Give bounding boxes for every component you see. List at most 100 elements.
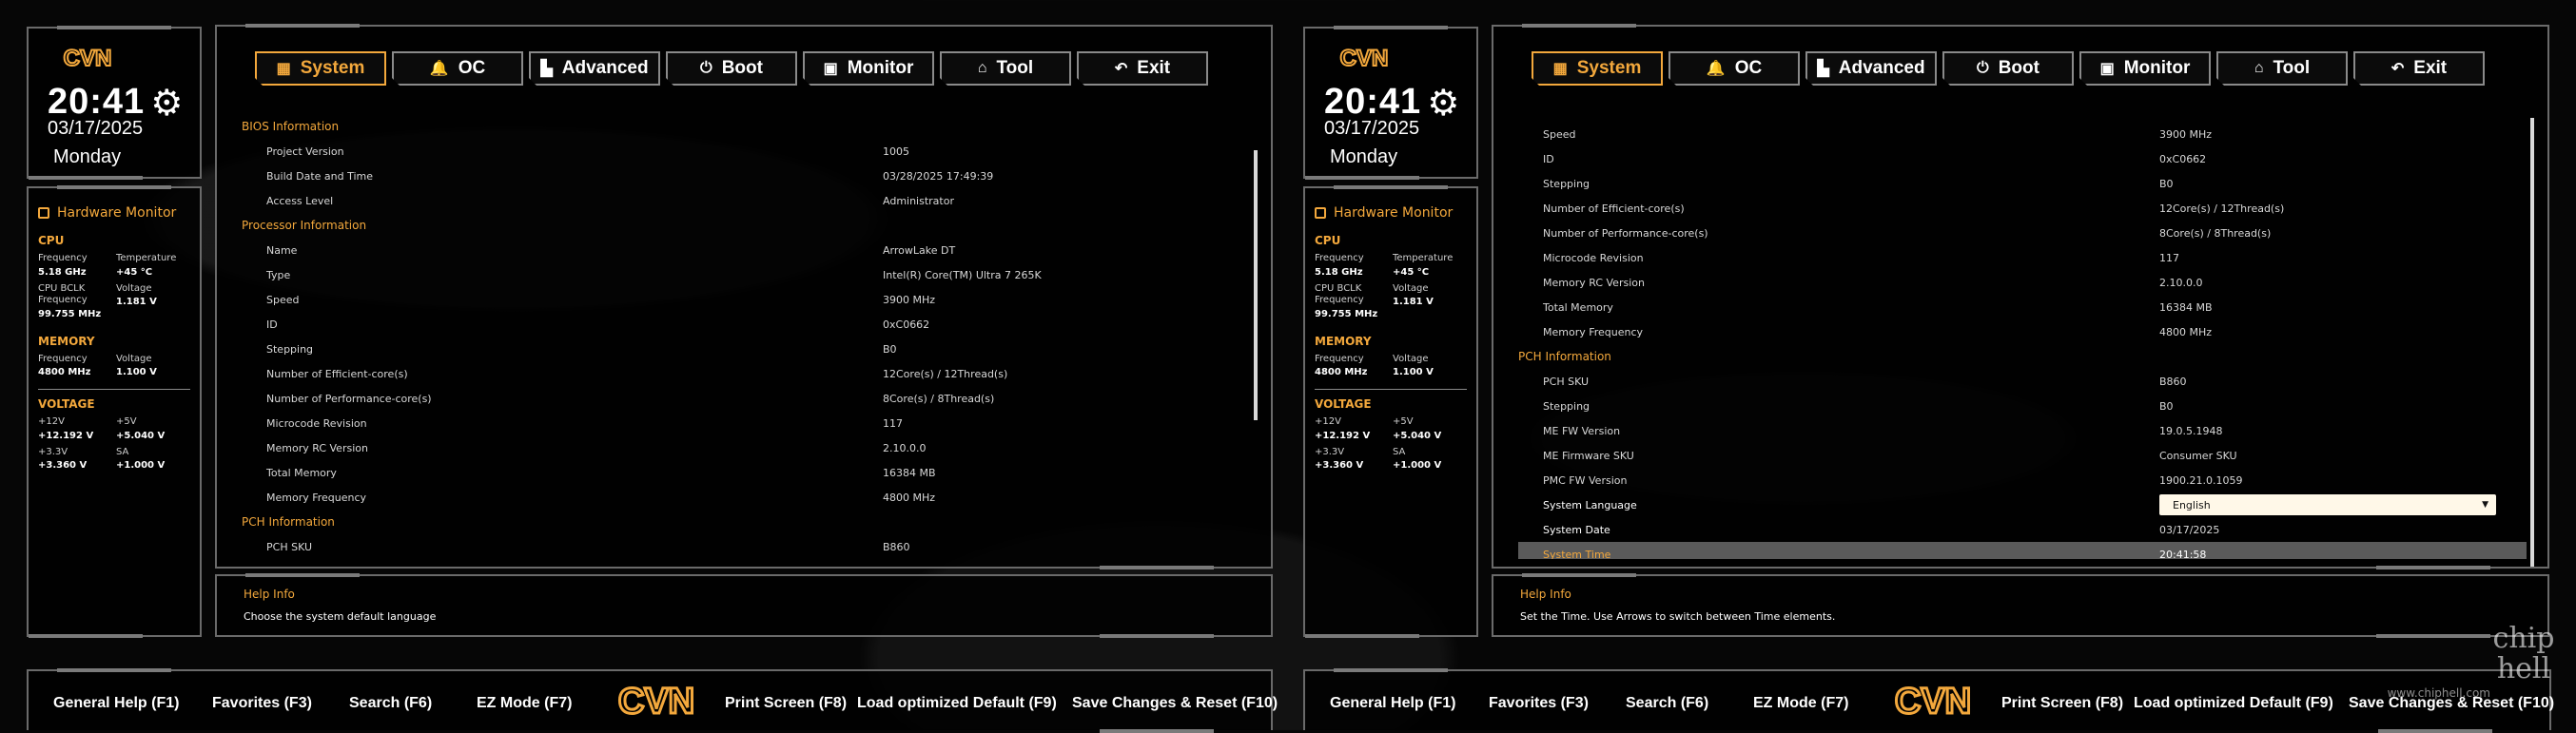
setting-row: Memory RC Version 2.10.0.0 xyxy=(1518,270,2527,295)
setting-value: B860 xyxy=(2159,375,2187,388)
search-button[interactable]: Search (F6) xyxy=(349,695,432,712)
tab-label: Advanced xyxy=(561,58,649,78)
tab-label: Monitor xyxy=(2123,58,2191,78)
bios-screen-left: CVN 20:41 ⚙ 03/17/2025 Monday Hardware M… xyxy=(0,0,1278,733)
general-help-button[interactable]: General Help (F1) xyxy=(53,695,179,712)
favorites-button[interactable]: Favorites (F3) xyxy=(1489,695,1589,712)
setting-value: 1900.21.0.1059 xyxy=(2159,473,2243,487)
print-screen-button[interactable]: Print Screen (F8) xyxy=(2001,695,2123,712)
setting-value: 0xC0662 xyxy=(2159,152,2207,165)
gear-icon[interactable]: ⚙ xyxy=(1427,85,1459,121)
setting-label: Number of Efficient-core(s) xyxy=(266,367,408,380)
load-default-button[interactable]: Load optimized Default (F9) xyxy=(2134,695,2333,712)
clock-panel: CVN 20:41 ⚙ 03/17/2025 Monday xyxy=(27,26,202,180)
memory-section-title: MEMORY xyxy=(1315,334,1372,348)
language-select[interactable]: English ▼ xyxy=(2159,494,2496,515)
scrollbar[interactable] xyxy=(1254,150,1258,420)
tab-boot[interactable]: ⏻ Boot xyxy=(666,51,797,86)
search-button[interactable]: Search (F6) xyxy=(1626,695,1708,712)
setting-row[interactable]: System Language English ▼ xyxy=(1518,492,2527,517)
clock-time: 20:41 xyxy=(1324,82,1422,122)
divider xyxy=(38,389,190,390)
setting-value: 4800 MHz xyxy=(2159,325,2213,338)
cpu-temp-value: +45 °C xyxy=(116,266,153,278)
cpu-freq-value: 5.18 GHz xyxy=(38,266,87,278)
print-screen-button[interactable]: Print Screen (F8) xyxy=(725,695,847,712)
tab-label: OC xyxy=(1734,58,1763,78)
setting-row: PCH SKU B860 xyxy=(242,534,1250,559)
tab-tool[interactable]: ⌂ Tool xyxy=(2216,51,2348,86)
setting-label: Type xyxy=(266,268,291,281)
cvn-logo: CVN xyxy=(616,681,695,723)
tab-exit[interactable]: ↶ Exit xyxy=(2353,51,2485,86)
help-panel: Help Info Set the Time. Use Arrows to sw… xyxy=(1492,573,2549,638)
load-default-button[interactable]: Load optimized Default (F9) xyxy=(857,695,1057,712)
tab-exit[interactable]: ↶ Exit xyxy=(1077,51,1208,86)
setting-label: Number of Performance-core(s) xyxy=(266,392,432,405)
power-icon: ⏻ xyxy=(700,60,712,76)
tab-tool[interactable]: ⌂ Tool xyxy=(940,51,1071,86)
v33-label: +3.3V xyxy=(38,446,68,457)
setting-label: System Date xyxy=(1543,523,1610,536)
tab-label: Monitor xyxy=(847,58,914,78)
setting-value[interactable]: 03/17/2025 xyxy=(2159,524,2219,536)
ez-mode-button[interactable]: EZ Mode (F7) xyxy=(1753,695,1848,712)
tab-monitor[interactable]: ▣ Monitor xyxy=(803,51,934,86)
setting-value[interactable]: 20:41:58 xyxy=(2159,549,2206,560)
mem-volt-label: Voltage xyxy=(116,353,152,364)
setting-row: Microcode Revision 117 xyxy=(1518,245,2527,270)
setting-row[interactable]: System Date 03/17/2025 xyxy=(1518,517,2527,542)
setting-label: Stepping xyxy=(1543,177,1590,190)
setting-row: PMC FW Version 1900.21.0.1059 xyxy=(1518,468,2527,492)
setting-value: B0 xyxy=(2159,177,2174,190)
tab-advanced[interactable]: ▙ Advanced xyxy=(1805,51,1937,86)
favorites-button[interactable]: Favorites (F3) xyxy=(212,695,312,712)
tab-system[interactable]: ▦ System xyxy=(255,51,386,86)
mem-volt-value: 1.100 V xyxy=(1393,367,1434,377)
tab-monitor[interactable]: ▣ Monitor xyxy=(2079,51,2211,86)
setting-value: Consumer SKU xyxy=(2159,449,2237,462)
setting-value: 2.10.0.0 xyxy=(2159,276,2203,289)
setting-row: Name ArrowLake DT xyxy=(242,238,1250,262)
tab-oc[interactable]: 🔔 OC xyxy=(1669,51,1800,86)
setting-value: Intel(R) Core(TM) Ultra 7 265K xyxy=(883,268,1042,281)
tab-label: Advanced xyxy=(1838,58,1925,78)
tab-system[interactable]: ▦ System xyxy=(1532,51,1663,86)
toolbox-icon: ⌂ xyxy=(977,60,987,76)
setting-row: Memory RC Version 2.10.0.0 xyxy=(242,435,1250,460)
cvn-logo: CVN xyxy=(1339,46,1390,70)
tab-oc[interactable]: 🔔 OC xyxy=(392,51,523,86)
hardware-monitor-title: Hardware Monitor xyxy=(1315,205,1467,221)
section-title: PCH Information xyxy=(242,515,335,529)
setting-row[interactable]: System Time 20:41:58 xyxy=(1518,542,2527,559)
clock-time: 20:41 xyxy=(48,82,146,122)
tab-label: System xyxy=(1576,58,1642,78)
tab-label: Tool xyxy=(996,58,1034,78)
sa-label: SA xyxy=(1393,446,1406,457)
factory-icon: ▙ xyxy=(540,61,553,77)
footer-bar: General Help (F1) Favorites (F3) Search … xyxy=(27,668,1278,733)
tab-boot[interactable]: ⏻ Boot xyxy=(1942,51,2074,86)
setting-row: Stepping B0 xyxy=(1518,171,2527,196)
setting-row: Number of Performance-core(s) 8Core(s) / … xyxy=(242,386,1250,411)
gear-icon[interactable]: ⚙ xyxy=(150,85,183,121)
hardware-monitor-label: Hardware Monitor xyxy=(57,205,177,221)
cpu-bclk-label: CPU BCLK Frequency xyxy=(38,282,88,306)
tab-bar: ▦ System 🔔 OC ▙ Advanced ⏻ Boot ▣ Monitor ⌂ To… xyxy=(255,51,1208,86)
cpu-freq-value: 5.18 GHz xyxy=(1315,266,1363,278)
ez-mode-button[interactable]: EZ Mode (F7) xyxy=(477,695,572,712)
voltage-section-title: VOLTAGE xyxy=(38,397,95,411)
tab-label: Boot xyxy=(1998,58,2039,78)
general-help-button[interactable]: General Help (F1) xyxy=(1330,695,1455,712)
save-reset-button[interactable]: Save Changes & Reset (F10) xyxy=(1072,695,1278,712)
grid-icon: ▦ xyxy=(276,61,291,77)
setting-label: Microcode Revision xyxy=(1543,251,1644,264)
hardware-monitor-title: Hardware Monitor xyxy=(38,205,190,221)
clock-date: 03/17/2025 xyxy=(1324,118,1420,139)
power-icon: ⏻ xyxy=(1977,60,1989,76)
tab-advanced[interactable]: ▙ Advanced xyxy=(529,51,660,86)
setting-label: Memory Frequency xyxy=(1543,325,1644,338)
mem-freq-label: Frequency xyxy=(1315,353,1364,364)
scrollbar[interactable] xyxy=(2530,118,2534,567)
cpu-section-title: CPU xyxy=(1315,234,1341,247)
